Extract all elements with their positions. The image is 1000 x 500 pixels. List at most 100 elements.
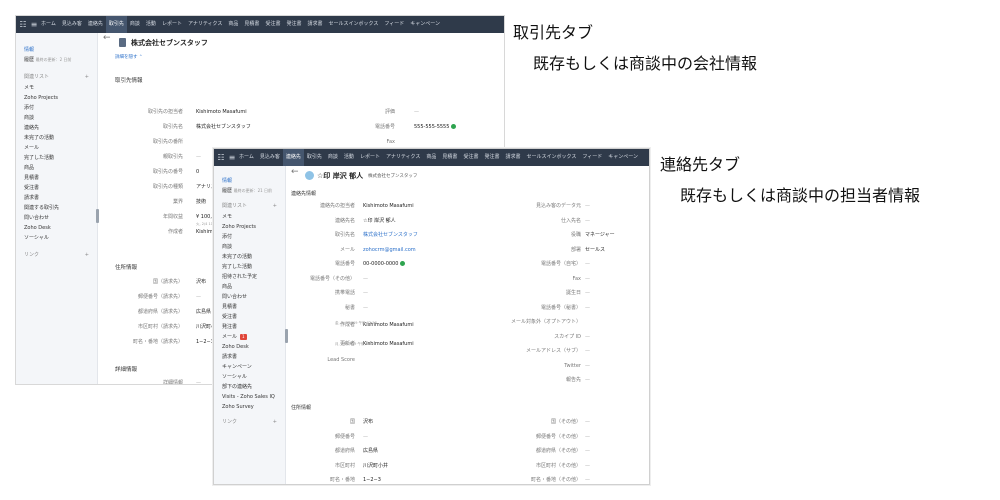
sidebar-item[interactable]: 部下の連絡先 — [214, 382, 285, 392]
menu-icon[interactable]: ≡ — [30, 16, 38, 33]
nav-tab[interactable]: ホーム — [236, 149, 257, 166]
add-icon[interactable]: + — [273, 416, 277, 428]
sidebar-item-label: 連絡先 — [24, 125, 40, 131]
sidebar-item[interactable]: 発注書 — [214, 322, 285, 332]
sidebar-item[interactable]: 添付 — [16, 103, 97, 113]
nav-tab[interactable]: 受注書 — [262, 16, 283, 33]
sidebar-item-info[interactable]: 情報 — [214, 176, 285, 186]
nav-tab[interactable]: 受注書 — [460, 149, 481, 166]
sidebar-item[interactable]: 問い合わせ — [16, 213, 97, 223]
sidebar-item[interactable]: 受注書 — [16, 183, 97, 193]
nav-tab[interactable]: 商品 — [225, 16, 241, 33]
sidebar-item[interactable]: 商品 — [214, 282, 285, 292]
nav-tab[interactable]: レポート — [159, 16, 185, 33]
record-subtitle: 株式会社セブンスタッフ — [368, 174, 418, 179]
field-value: — — [585, 260, 590, 269]
sidebar-item[interactable]: Zoho Projects — [16, 93, 97, 103]
field-value: — — [585, 362, 590, 371]
sidebar-item[interactable]: Zoho Projects — [214, 222, 285, 232]
sidebar-item[interactable]: 請求書 — [16, 193, 97, 203]
record-sidebar: 情報 履歴 最終の更新：21 日前 関連リスト + メモ Zoho Projects… — [214, 166, 286, 484]
nav-tab[interactable]: 取引先 — [105, 16, 127, 33]
field-row: 誕生日 — — [287, 289, 649, 298]
sidebar-item[interactable]: メール 1 — [214, 332, 285, 342]
sidebar-item[interactable]: 完了した活動 — [16, 153, 97, 163]
add-icon[interactable]: + — [85, 249, 89, 261]
sidebar-item[interactable]: 請求書 — [214, 352, 285, 362]
nav-tab[interactable]: フィード — [579, 149, 605, 166]
nav-tab[interactable]: 商談 — [325, 149, 341, 166]
sidebar-item[interactable]: 未完了の活動 — [16, 133, 97, 143]
nav-tab[interactable]: アナリティクス — [383, 149, 423, 166]
related-list-label: 関連リスト — [24, 74, 50, 80]
sidebar-item[interactable]: 招待された予定 — [214, 272, 285, 282]
nav-tab[interactable]: 見積書 — [241, 16, 262, 33]
sidebar-item-history[interactable]: 履歴 最終の更新：2 日前 — [16, 55, 97, 65]
sidebar-item[interactable]: 関連する取引先 — [16, 203, 97, 213]
nav-tab[interactable]: 連絡先 — [282, 149, 304, 166]
sidebar-item[interactable]: 未完了の活動 — [214, 252, 285, 262]
nav-tab[interactable]: アナリティクス — [185, 16, 225, 33]
field-label: 評価 — [384, 109, 395, 115]
nav-tab[interactable]: 取引先 — [304, 149, 325, 166]
field-value: 1−2−3 — [196, 338, 214, 347]
nav-tab[interactable]: 発注書 — [283, 16, 304, 33]
nav-tab[interactable]: 連絡先 — [85, 16, 106, 33]
sidebar-item[interactable]: 受注書 — [214, 312, 285, 322]
nav-tab[interactable]: 商談 — [127, 16, 143, 33]
field-label: 町名・番地（請求先） — [132, 339, 183, 345]
nav-tab[interactable]: キャンペーン — [407, 16, 443, 33]
sidebar-item[interactable]: 見積書 — [214, 302, 285, 312]
nav-tab[interactable]: セールスインボックス — [325, 16, 381, 33]
nav-tab[interactable]: 活動 — [143, 16, 159, 33]
back-arrow-icon[interactable]: ← — [103, 33, 111, 43]
sidebar-item[interactable]: 完了した活動 — [214, 262, 285, 272]
phone-call-icon[interactable] — [451, 124, 457, 129]
add-icon[interactable]: + — [273, 200, 277, 212]
back-arrow-icon[interactable]: ← — [291, 167, 299, 177]
sidebar-item[interactable]: 商品 — [16, 163, 97, 173]
sidebar-item[interactable]: Zoho Desk — [16, 223, 97, 233]
sidebar-item[interactable]: 問い合わせ — [214, 292, 285, 302]
field-value-text: — — [196, 294, 201, 300]
sidebar-item[interactable]: メモ — [214, 212, 285, 222]
sidebar-item[interactable]: メール — [16, 143, 97, 153]
nav-tab[interactable]: 見込み客 — [59, 16, 85, 33]
field-label: Twitter — [564, 362, 581, 369]
nav-tab[interactable]: フィード — [381, 16, 407, 33]
sidebar-item-label: 商談 — [24, 115, 35, 121]
nav-tab[interactable]: 請求書 — [304, 16, 325, 33]
nav-tab[interactable]: 活動 — [341, 149, 357, 166]
sidebar-item[interactable]: 添付 — [214, 232, 285, 242]
sidebar-item[interactable]: 見積書 — [16, 173, 97, 183]
app-grid-icon[interactable]: ☷ — [214, 149, 228, 166]
sidebar-item[interactable]: Zoho Desk — [214, 342, 285, 352]
nav-tab[interactable]: セールスインボックス — [523, 149, 579, 166]
add-icon[interactable]: + — [85, 71, 89, 83]
sidebar-item[interactable]: 商談 — [214, 242, 285, 252]
hide-details-link[interactable]: 詳細を隠す ⌃ — [115, 54, 143, 60]
nav-tab[interactable]: レポート — [357, 149, 383, 166]
field-value: — — [585, 476, 590, 484]
sidebar-item[interactable]: キャンペーン — [214, 362, 285, 372]
sidebar-item[interactable]: ソーシャル — [214, 372, 285, 382]
sidebar-item-history[interactable]: 履歴 最終の更新：21 日前 — [214, 186, 285, 196]
nav-tab[interactable]: 商品 — [423, 149, 439, 166]
sidebar-item[interactable]: Visits - Zoho Sales IQ — [214, 392, 285, 402]
nav-tab[interactable]: ホーム — [38, 16, 59, 33]
app-grid-icon[interactable]: ☷ — [16, 16, 30, 33]
nav-tab[interactable]: キャンペーン — [605, 149, 641, 166]
sidebar-item-info[interactable]: 情報 — [16, 45, 97, 55]
sidebar-item[interactable]: 商談 — [16, 113, 97, 123]
nav-tab[interactable]: 発注書 — [481, 149, 502, 166]
menu-icon[interactable]: ≡ — [228, 149, 236, 166]
sidebar-item[interactable]: Zoho Survey — [214, 402, 285, 412]
sidebar-item[interactable]: ソーシャル — [16, 233, 97, 243]
sidebar-item[interactable]: メモ — [16, 83, 97, 93]
nav-tab[interactable]: 見込み客 — [257, 149, 283, 166]
nav-tab[interactable]: 見積書 — [439, 149, 460, 166]
field-value-text: 0 — [196, 169, 200, 175]
related-list-header: 関連リスト + — [16, 71, 97, 83]
sidebar-item[interactable]: 連絡先 — [16, 123, 97, 133]
nav-tab[interactable]: 請求書 — [502, 149, 523, 166]
